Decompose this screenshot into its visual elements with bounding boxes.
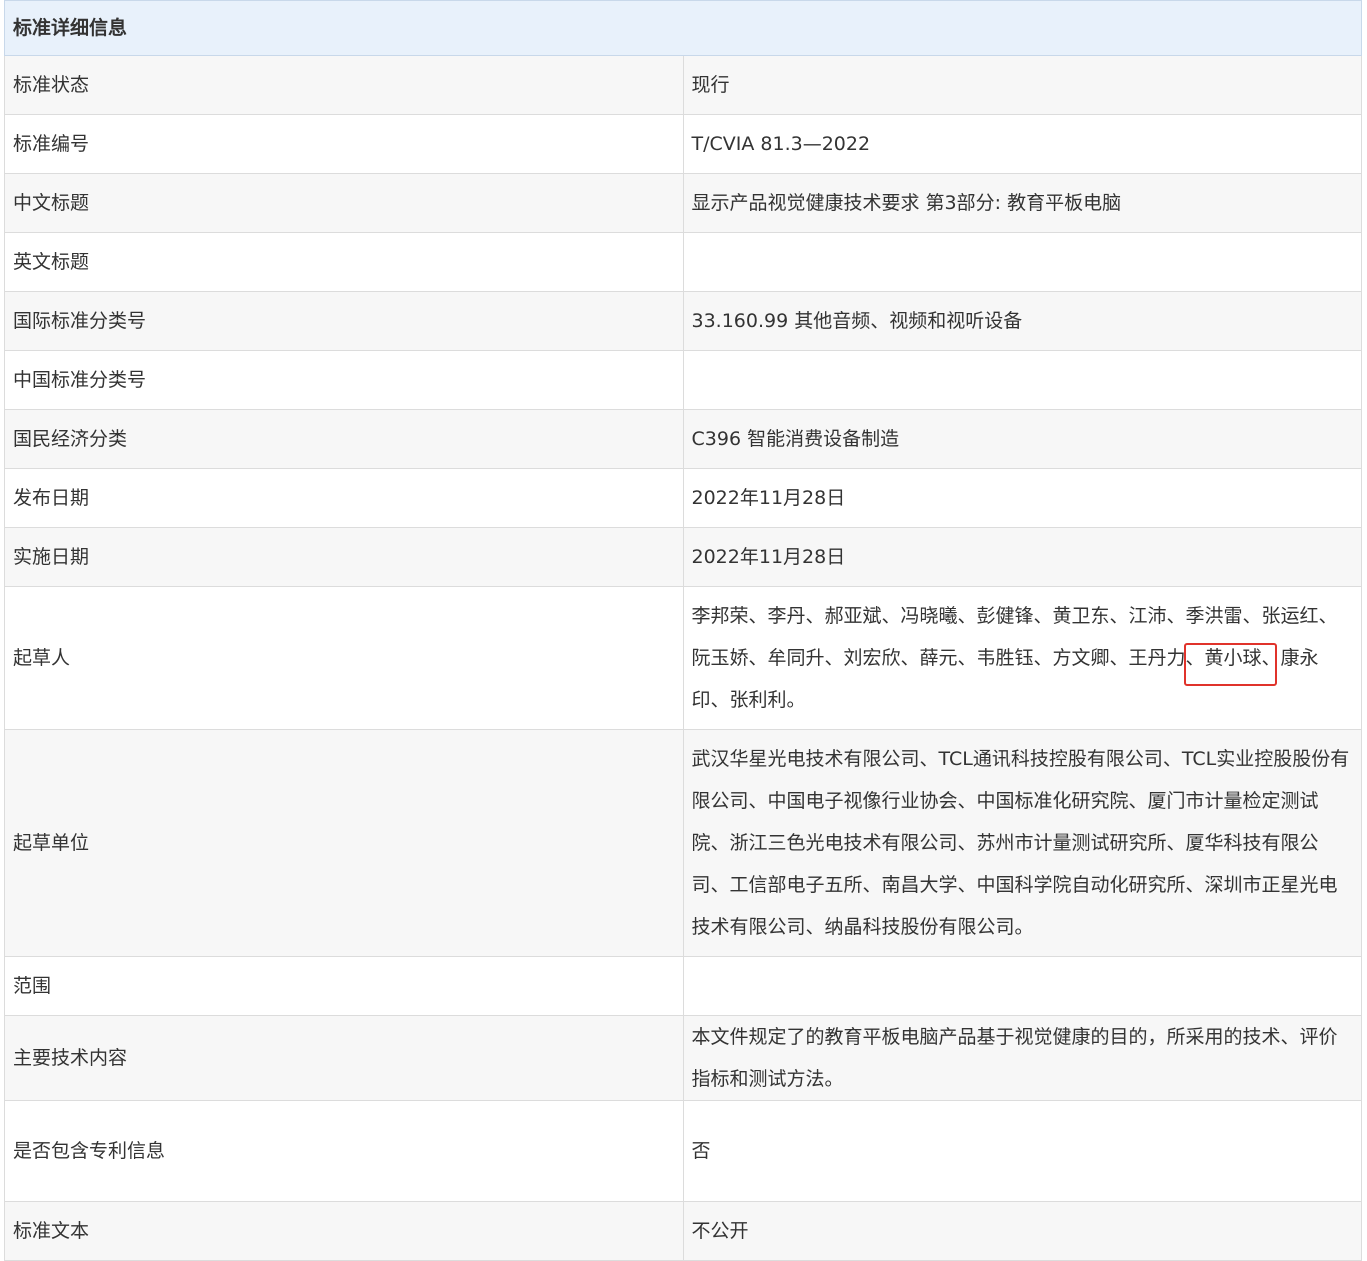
highlighted-drafter-text: 黄小球、	[1204, 647, 1281, 669]
value-scope	[682, 956, 1362, 1016]
row-drafters: 起草人 李邦荣、李丹、郝亚斌、冯晓曦、彭健锋、黄卫东、江沛、季洪雷、张运红、阮玉…	[4, 586, 1362, 730]
value-ccs	[682, 350, 1362, 410]
standard-detail-table: 标准详细信息 标准状态 现行 标准编号 T/CVIA 81.3—2022 中文标…	[4, 0, 1362, 1261]
highlighted-drafter: 黄小球、	[1183, 643, 1281, 686]
value-cn-title: 显示产品视觉健康技术要求 第3部分: 教育平板电脑	[682, 173, 1362, 233]
row-cn-title: 中文标题 显示产品视觉健康技术要求 第3部分: 教育平板电脑	[4, 173, 1362, 233]
row-implement-date: 实施日期 2022年11月28日	[4, 527, 1362, 587]
value-number: T/CVIA 81.3—2022	[682, 114, 1362, 174]
value-ics: 33.160.99 其他音频、视频和视听设备	[682, 291, 1362, 351]
label-drafters: 起草人	[4, 586, 684, 730]
row-en-title: 英文标题	[4, 232, 1362, 292]
label-publish-date: 发布日期	[4, 468, 684, 528]
label-implement-date: 实施日期	[4, 527, 684, 587]
value-status: 现行	[682, 55, 1362, 115]
row-main-content: 主要技术内容 本文件规定了的教育平板电脑产品基于视觉健康的目的，所采用的技术、评…	[4, 1015, 1362, 1101]
row-scope: 范围	[4, 956, 1362, 1016]
value-standard-text: 不公开	[682, 1201, 1362, 1261]
row-publish-date: 发布日期 2022年11月28日	[4, 468, 1362, 528]
value-units: 武汉华星光电技术有限公司、TCL通讯科技控股有限公司、TCL实业控股股份有限公司…	[682, 729, 1362, 957]
value-drafters: 李邦荣、李丹、郝亚斌、冯晓曦、彭健锋、黄卫东、江沛、季洪雷、张运红、阮玉娇、牟同…	[682, 586, 1362, 730]
label-standard-text: 标准文本	[4, 1201, 684, 1261]
label-number: 标准编号	[4, 114, 684, 174]
label-en-title: 英文标题	[4, 232, 684, 292]
row-status: 标准状态 现行	[4, 55, 1362, 115]
value-main-content: 本文件规定了的教育平板电脑产品基于视觉健康的目的，所采用的技术、评价指标和测试方…	[682, 1015, 1362, 1101]
value-patent: 否	[682, 1100, 1362, 1202]
standard-detail-panel: 标准详细信息 标准状态 现行 标准编号 T/CVIA 81.3—2022 中文标…	[4, 0, 1362, 1261]
value-publish-date: 2022年11月28日	[682, 468, 1362, 528]
row-ics: 国际标准分类号 33.160.99 其他音频、视频和视听设备	[4, 291, 1362, 351]
label-ccs: 中国标准分类号	[4, 350, 684, 410]
label-units: 起草单位	[4, 729, 684, 957]
value-economy: C396 智能消费设备制造	[682, 409, 1362, 469]
row-economy: 国民经济分类 C396 智能消费设备制造	[4, 409, 1362, 469]
label-cn-title: 中文标题	[4, 173, 684, 233]
label-main-content: 主要技术内容	[4, 1015, 684, 1101]
row-standard-text: 标准文本 不公开	[4, 1201, 1362, 1261]
row-units: 起草单位 武汉华星光电技术有限公司、TCL通讯科技控股有限公司、TCL实业控股股…	[4, 729, 1362, 957]
row-patent: 是否包含专利信息 否	[4, 1100, 1362, 1202]
row-number: 标准编号 T/CVIA 81.3—2022	[4, 114, 1362, 174]
panel-title: 标准详细信息	[4, 0, 1362, 56]
value-implement-date: 2022年11月28日	[682, 527, 1362, 587]
row-ccs: 中国标准分类号	[4, 350, 1362, 410]
label-ics: 国际标准分类号	[4, 291, 684, 351]
label-scope: 范围	[4, 956, 684, 1016]
label-patent: 是否包含专利信息	[4, 1100, 684, 1202]
label-status: 标准状态	[4, 55, 684, 115]
label-economy: 国民经济分类	[4, 409, 684, 469]
value-en-title	[682, 232, 1362, 292]
